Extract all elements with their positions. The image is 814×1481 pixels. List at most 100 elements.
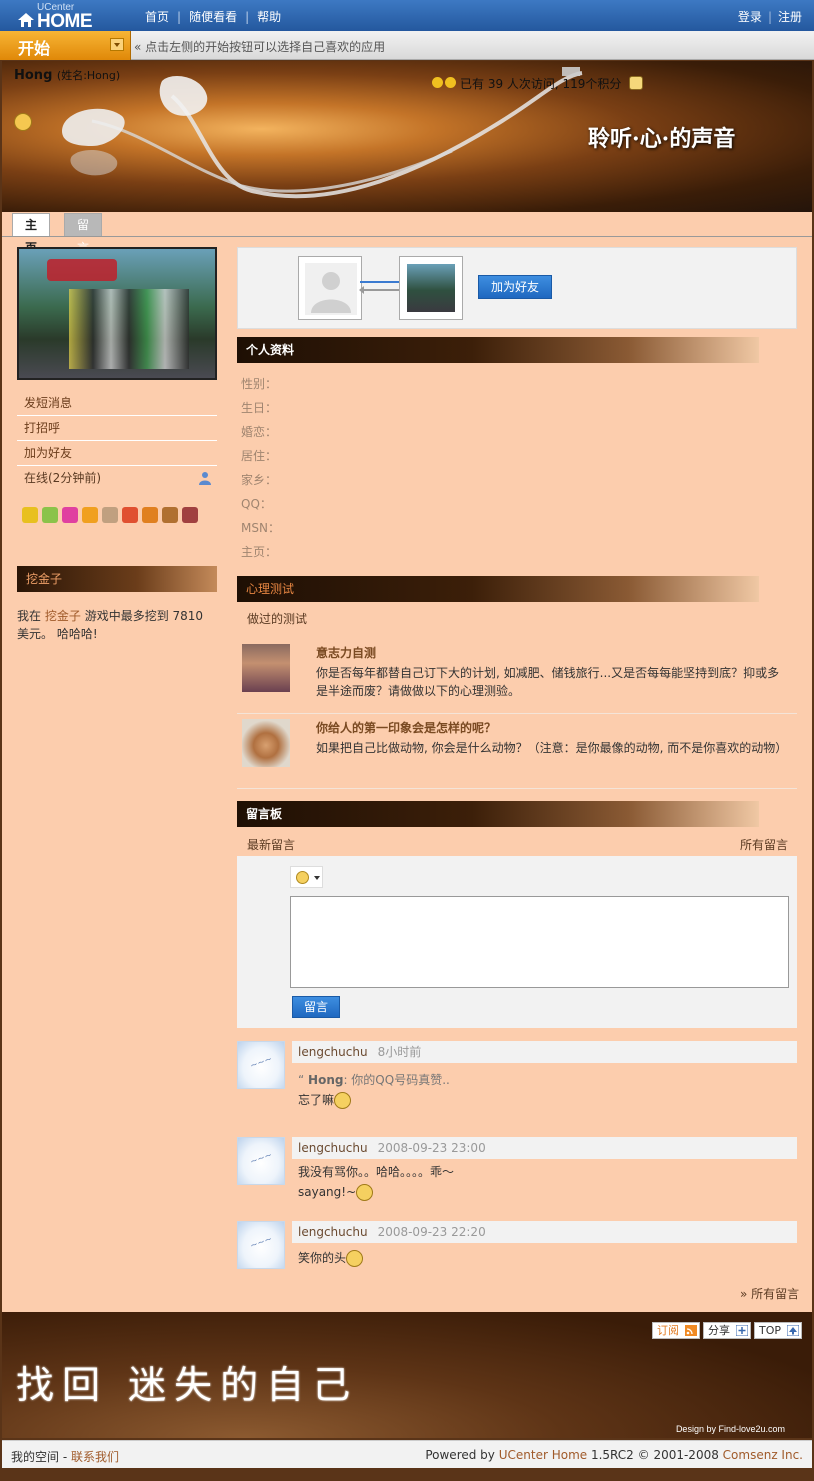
profile-field-label: 性别： xyxy=(241,377,278,391)
chevron-down-icon[interactable] xyxy=(110,38,124,51)
star-icon xyxy=(445,77,456,88)
share-button[interactable]: 分享 xyxy=(702,1322,751,1339)
test-item: 意志力自测 你是否每年都替自己订下大的计划, 如减肥、储钱旅行...又是否每每能… xyxy=(237,644,797,714)
guestbook-form: 留言 xyxy=(237,856,797,1028)
app-icon[interactable] xyxy=(122,507,138,523)
test-desc: 你是否每年都替自己订下大的计划, 如减肥、储钱旅行...又是否每每能坚持到底？抑… xyxy=(316,666,780,698)
my-space-link[interactable]: 我的空间 xyxy=(11,1450,59,1464)
tab-guestbook[interactable]: 留言 xyxy=(64,213,103,255)
contact-link[interactable]: 联系我们 xyxy=(71,1450,119,1464)
profile-fields: 性别： 生日： 婚恋： 居住： 家乡： QQ： MSN： 主页： xyxy=(241,372,280,564)
message-time: 2008-09-23 23:00 xyxy=(377,1141,486,1155)
dropdown-arrow-icon xyxy=(314,876,320,880)
message-header: lengchuchu 2008-09-23 22:20 xyxy=(292,1221,797,1243)
commenter-avatar[interactable]: ~~~ xyxy=(237,1221,285,1269)
app-icon[interactable] xyxy=(182,507,198,523)
app-icon[interactable] xyxy=(62,507,78,523)
message-author[interactable]: lengchuchu xyxy=(298,1045,368,1059)
test-thumbnail[interactable] xyxy=(242,644,290,692)
app-icons xyxy=(22,507,222,534)
app-icon[interactable] xyxy=(102,507,118,523)
profile-field-label: MSN： xyxy=(241,521,280,535)
app-icon[interactable] xyxy=(42,507,58,523)
friend-request-box: 加为好友 xyxy=(237,247,797,329)
home-icon xyxy=(18,13,34,27)
footer-tools: 订阅 分享 TOP xyxy=(649,1322,802,1339)
app-icon[interactable] xyxy=(142,507,158,523)
photo-people-shape xyxy=(69,289,189,369)
register-link[interactable]: 注册 xyxy=(778,10,802,24)
message-textarea[interactable] xyxy=(290,896,789,988)
start-hint: « 点击左侧的开始按钮可以选择自己喜欢的应用 xyxy=(134,40,386,54)
tab-divider xyxy=(2,236,812,237)
my-avatar-placeholder xyxy=(298,256,362,320)
submit-message-button[interactable]: 留言 xyxy=(292,996,340,1018)
account-links: 登录 | 注册 xyxy=(738,8,802,25)
main-content: 主页 留言 发短消息 打招呼 加为好友 在线(2分钟前) 挖金子 我在 挖金子 … xyxy=(2,212,812,1312)
online-status: 在线(2分钟前) xyxy=(17,466,217,491)
footer-slogan: 找回 迷失的自己 xyxy=(16,1363,359,1407)
plus-icon xyxy=(735,1325,748,1336)
quote-icon: “ xyxy=(298,1073,309,1087)
comsenz-link[interactable]: Comsenz Inc. xyxy=(723,1448,803,1462)
guestbook-section-header: 留言板 xyxy=(237,801,759,827)
start-button[interactable]: 开始 xyxy=(0,31,131,60)
start-bar: 开始 « 点击左侧的开始按钮可以选择自己喜欢的应用 xyxy=(0,31,814,60)
add-friend-button[interactable]: 加为好友 xyxy=(478,275,552,299)
game-text: 我在 挖金子 游戏中最多挖到 7810 美元。 哈哈哈! xyxy=(17,609,204,641)
rss-icon xyxy=(684,1325,697,1336)
logo-big-text: HOME xyxy=(37,11,93,32)
emoji-selector[interactable] xyxy=(290,866,323,888)
login-link[interactable]: 登录 xyxy=(738,10,762,24)
add-friend-link[interactable]: 加为好友 xyxy=(17,441,217,466)
footer-banner: 订阅 分享 TOP 找回 迷失的自己 Design by Find-love2u.c… xyxy=(2,1312,812,1438)
test-title[interactable]: 你给人的第一印象会是怎样的呢？ xyxy=(316,719,496,736)
nav-separator: | xyxy=(245,10,250,24)
top-navigation-bar: UCenter HOME 首页 | 随便看看 | 帮助 登录 | 注册 xyxy=(0,0,814,32)
ucenter-home-link[interactable]: UCenter Home xyxy=(499,1448,587,1462)
all-messages-footer-link[interactable]: » 所有留言 xyxy=(740,1285,799,1302)
avatar-graphic: ~~~ xyxy=(248,1150,274,1168)
commenter-avatar[interactable]: ~~~ xyxy=(237,1137,285,1185)
test-desc: 如果把自己比做动物, 你会是什么动物？（注意：是你最像的动物, 而不是你喜欢的动… xyxy=(316,741,788,755)
user-avatar-photo[interactable] xyxy=(17,247,217,380)
profile-field-label: 生日： xyxy=(241,401,278,415)
nav-help-link[interactable]: 帮助 xyxy=(257,10,281,24)
app-icon[interactable] xyxy=(162,507,178,523)
guestbook-message: ~~~ lengchuchu 2008-09-23 23:00 我没有骂你。。哈哈… xyxy=(237,1137,797,1217)
person-icon xyxy=(199,472,211,485)
account-separator: | xyxy=(767,10,772,24)
sleepy-emoji-icon xyxy=(334,1092,352,1109)
arrow-up-icon xyxy=(787,1325,799,1336)
friend-avatar-image xyxy=(407,264,455,312)
test-thumbnail[interactable] xyxy=(242,719,290,767)
message-author[interactable]: lengchuchu xyxy=(298,1141,368,1155)
nav-separator: | xyxy=(177,10,182,24)
game-link[interactable]: 挖金子 xyxy=(45,609,81,623)
main-nav: 首页 | 随便看看 | 帮助 xyxy=(145,8,281,25)
smiley-icon xyxy=(296,871,309,884)
nav-random-link[interactable]: 随便看看 xyxy=(189,10,237,24)
quoted-message: “ Hong: 你的QQ号码真赞.. xyxy=(298,1073,450,1087)
tests-section-header[interactable]: 心理测试 xyxy=(237,576,759,602)
message-header: lengchuchu 2008-09-23 23:00 xyxy=(292,1137,797,1159)
visit-stats: 已有 39 人次访问, 119个积分 xyxy=(432,75,644,92)
avatar-face-icon xyxy=(629,76,644,90)
tab-home[interactable]: 主页 xyxy=(12,213,51,255)
send-message-link[interactable]: 发短消息 xyxy=(17,391,217,416)
app-icon[interactable] xyxy=(82,507,98,523)
friend-avatar[interactable] xyxy=(399,256,463,320)
message-body: “ Hong: 你的QQ号码真赞.. 忘了嘛 xyxy=(298,1070,788,1110)
commenter-avatar[interactable]: ~~~ xyxy=(237,1041,285,1089)
profile-username: Hong (姓名:Hong) xyxy=(14,68,121,83)
back-to-top-button[interactable]: TOP xyxy=(753,1322,802,1339)
nav-home-link[interactable]: 首页 xyxy=(145,10,169,24)
message-author[interactable]: lengchuchu xyxy=(298,1225,368,1239)
guestbook-message: ~~~ lengchuchu 2008-09-23 22:20 笑你的头 xyxy=(237,1221,797,1281)
app-icon[interactable] xyxy=(22,507,38,523)
subscribe-button[interactable]: 订阅 xyxy=(651,1322,700,1339)
greet-link[interactable]: 打招呼 xyxy=(17,416,217,441)
all-messages-link[interactable]: 所有留言 xyxy=(740,836,788,853)
test-title[interactable]: 意志力自测 xyxy=(316,644,376,661)
latest-messages-label: 最新留言 xyxy=(247,838,296,852)
